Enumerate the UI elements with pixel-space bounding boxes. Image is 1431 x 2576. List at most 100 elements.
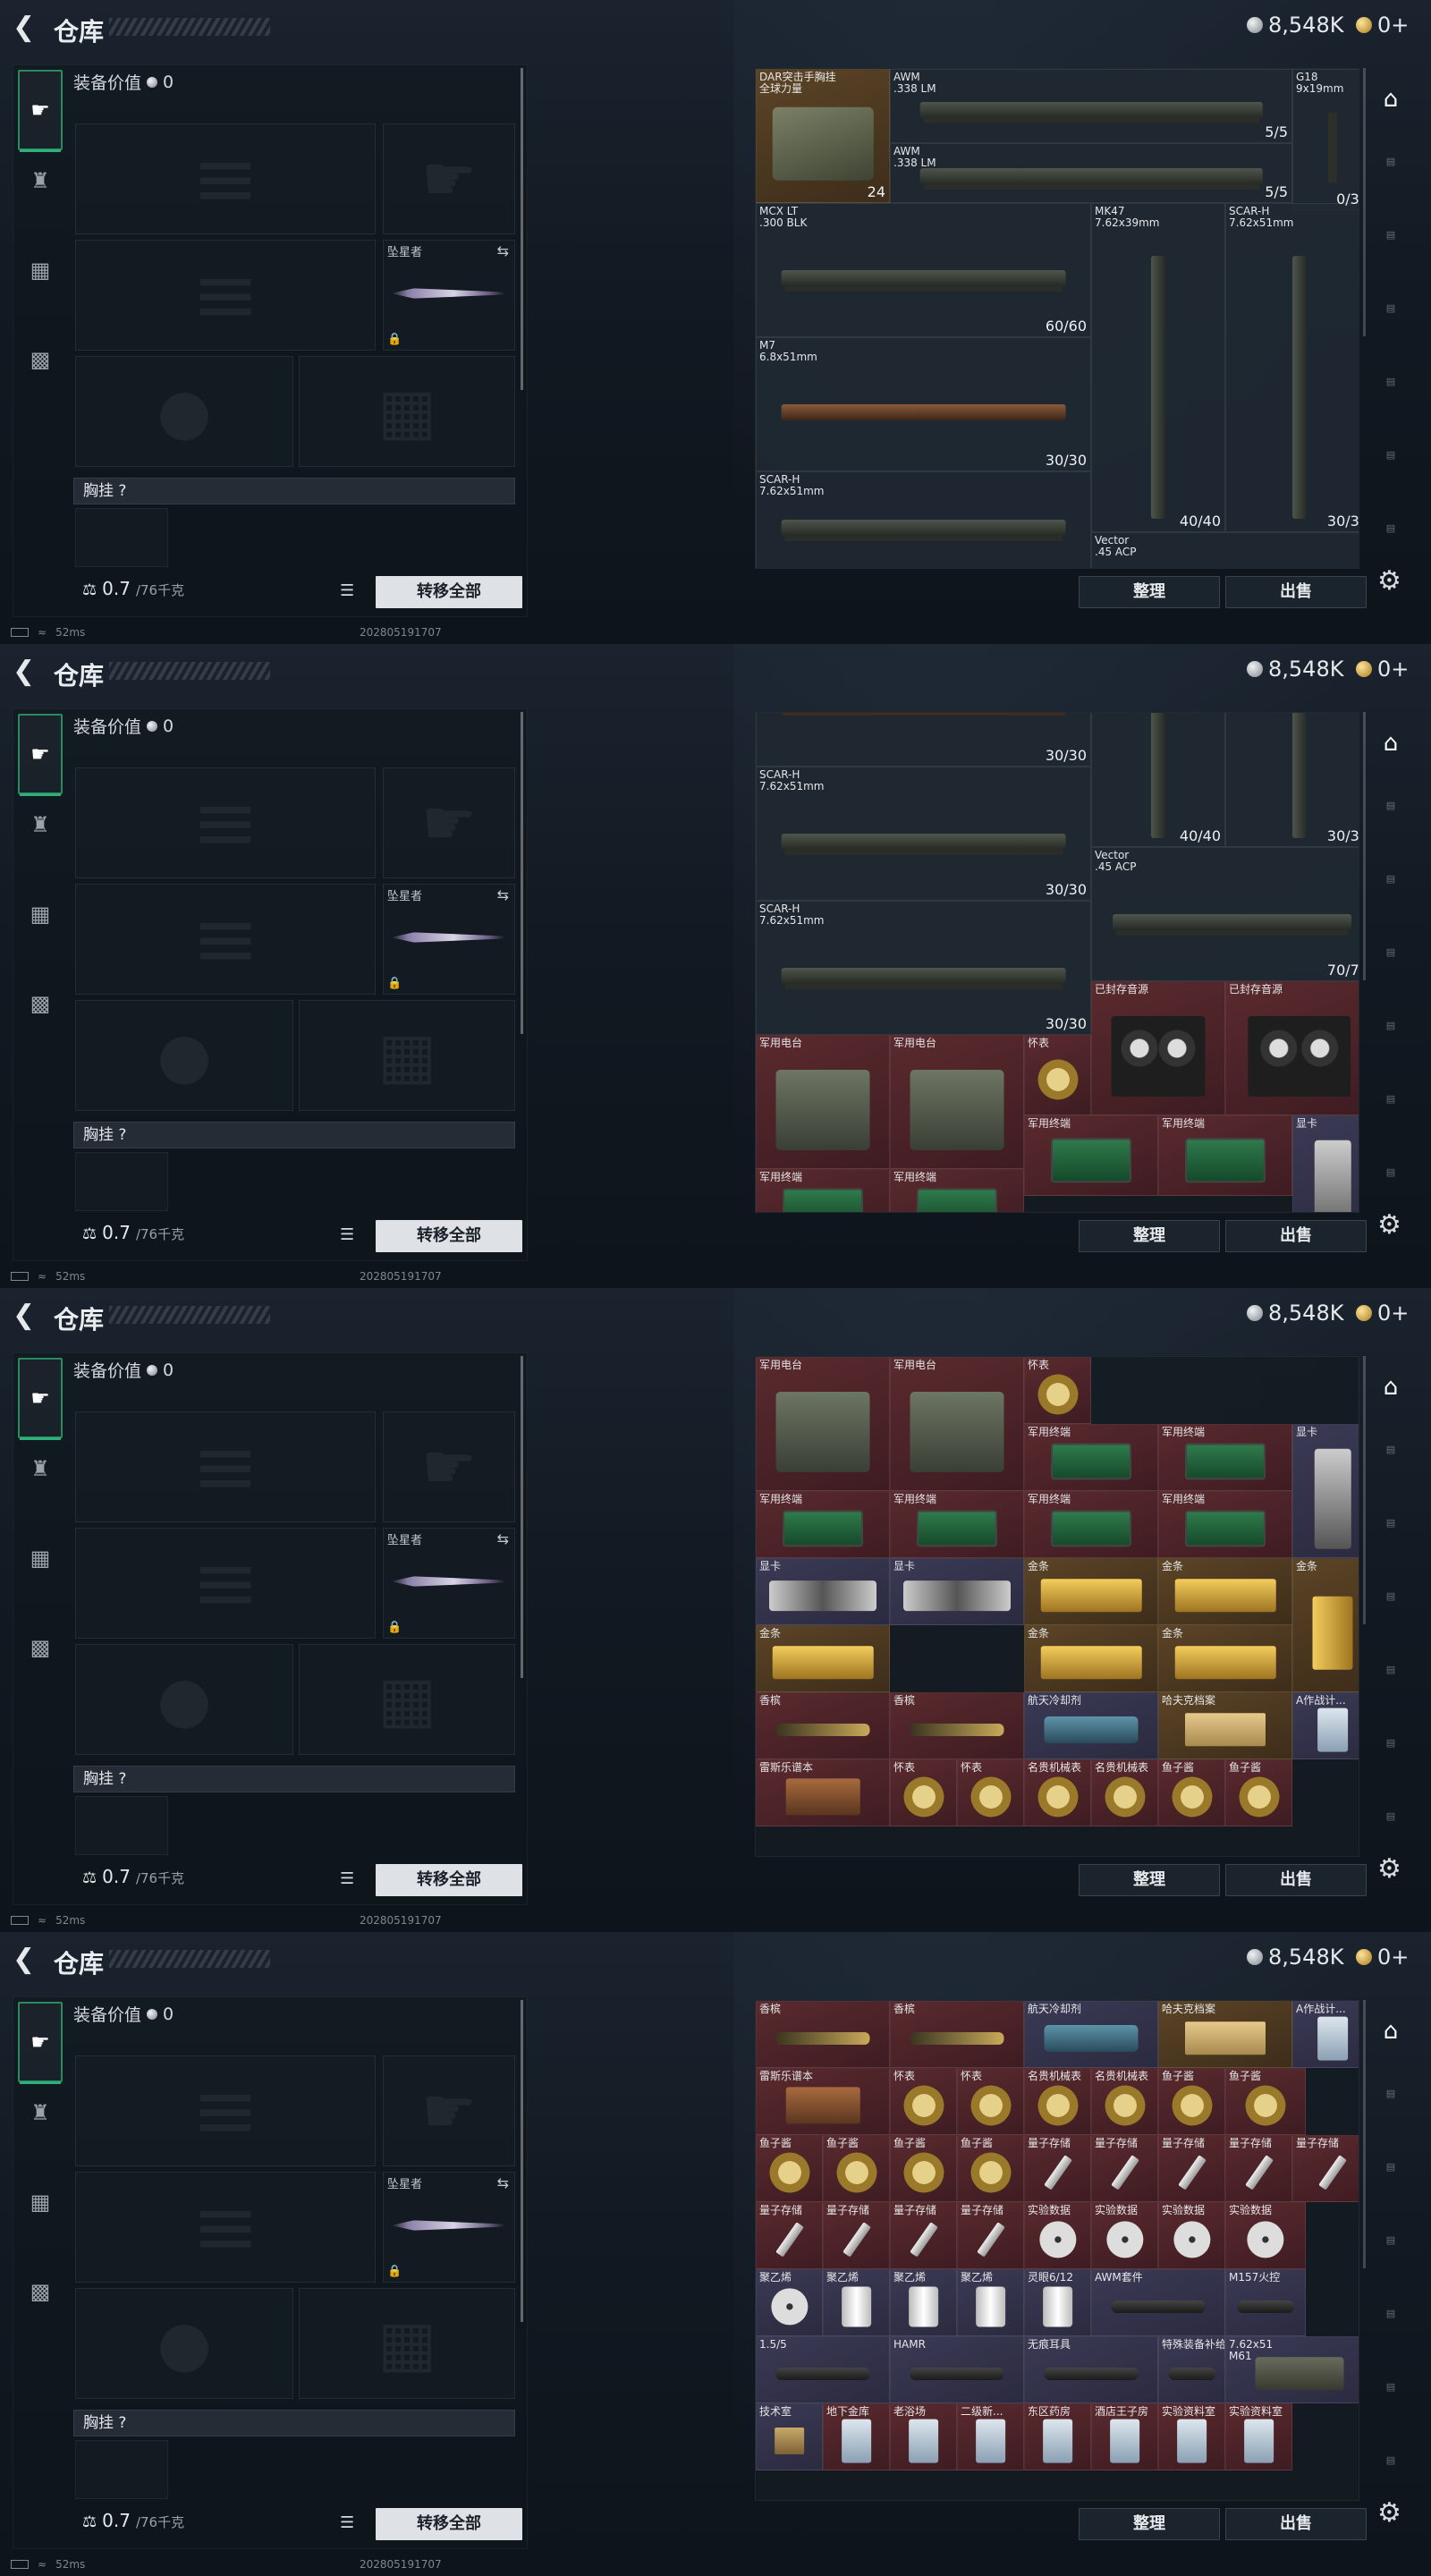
chest-rig-slot[interactable] [75,1152,168,1211]
item-cell[interactable]: 鱼子酱 [1158,2068,1225,2135]
item-cell[interactable]: 名贵机械表 [1024,2068,1091,2135]
chest-rig-help[interactable]: ? [118,482,126,500]
sell-button[interactable]: 出售 [1225,1220,1367,1252]
item-cell[interactable]: 二级新... [957,2403,1024,2470]
storage-page-icon[interactable]: ▤ [1374,1517,1408,1544]
helmet-slot[interactable]: ● [75,1000,293,1111]
item-cell[interactable]: Vector .45 ACP 70/70 [1091,847,1359,981]
item-cell[interactable]: 金条 [1158,1558,1292,1625]
storage-page-icon[interactable]: ▤ [1374,1664,1408,1690]
item-cell[interactable]: 怀表 [1024,1035,1091,1115]
tab-vest[interactable]: ▦ [18,887,63,941]
gold-currency[interactable]: 0+ [1356,1301,1409,1326]
back-arrow-icon[interactable]: ❮ [13,1946,39,1973]
warehouse-icon[interactable]: ⌂ [1374,86,1408,118]
sell-button[interactable]: 出售 [1225,2508,1367,2540]
tab-weapons[interactable]: ☛ [18,2002,63,2084]
item-cell[interactable]: 怀表 [957,1759,1024,1826]
transfer-all-button[interactable]: 转移全部 [376,2508,522,2540]
storage-page-icon[interactable]: ▤ [1374,1810,1408,1837]
item-cell[interactable]: 显卡 [1292,1115,1359,1212]
transfer-all-button[interactable]: 转移全部 [376,1864,522,1896]
item-cell[interactable]: SCAR-H 7.62x51mm 30/30 [756,767,1091,901]
item-cell[interactable]: 怀表 [957,2068,1024,2135]
item-cell[interactable]: 怀表 [890,2068,957,2135]
melee-slot[interactable]: 坠星者 ⇆ 🔒 [383,240,515,351]
item-cell[interactable]: 实验数据 [1091,2202,1158,2269]
item-cell[interactable]: AWM .338 LM 5/5 [890,142,1292,203]
list-icon[interactable]: ☰ [340,1869,360,1888]
storage-grid[interactable]: 30/3040/4030/30SCAR-H 7.62x51mm30/30Vect… [755,712,1359,1213]
storage-page-icon[interactable]: ▤ [1374,2308,1408,2334]
item-cell[interactable]: A作战计... [1292,2001,1359,2068]
item-cell[interactable]: 鱼子酱 [1158,1759,1225,1826]
item-cell[interactable]: Vector .45 ACP [1091,531,1359,568]
swap-icon[interactable]: ⇆ [497,2174,509,2191]
item-cell[interactable]: 7.62x51 M615 [1225,2336,1359,2403]
melee-slot[interactable]: 坠星者 ⇆ 🔒 [383,2172,515,2283]
item-cell[interactable]: 哈夫克档案 [1158,1692,1292,1759]
grid-scrollbar[interactable] [1363,2000,1366,2268]
storage-page-icon[interactable]: ▤ [1374,376,1408,402]
item-cell[interactable]: 军用终端 [1024,1491,1158,1558]
item-cell[interactable]: A作战计... [1292,1692,1359,1759]
sort-button[interactable]: 整理 [1079,576,1220,608]
tab-weapons[interactable]: ☛ [18,1358,63,1440]
primary-weapon-slot[interactable]: ≡ [75,767,376,878]
chest-rig-header[interactable]: 胸挂 ? [73,478,515,504]
item-cell[interactable]: 怀表 [1024,1357,1091,1424]
back-arrow-icon[interactable]: ❮ [13,14,39,41]
gold-currency[interactable]: 0+ [1356,13,1409,38]
storage-page-icon[interactable]: ▤ [1374,873,1408,900]
item-cell[interactable]: 雷斯乐谱本 [756,1759,890,1826]
item-cell[interactable]: 实验数据 [1024,2202,1091,2269]
tab-vest[interactable]: ▦ [18,243,63,297]
item-cell[interactable]: 地下金库 [823,2403,890,2470]
item-cell[interactable]: HAMR [890,2336,1024,2403]
settings-gear-icon[interactable]: ⚙ [1377,1853,1401,1885]
grid-scrollbar[interactable] [1363,712,1366,980]
item-cell[interactable]: 军用终端 [890,1169,1024,1212]
chest-rig-header[interactable]: 胸挂 ? [73,1122,515,1148]
storage-page-icon[interactable]: ▤ [1374,946,1408,973]
item-cell[interactable]: 鱼子酱 [823,2135,890,2202]
tab-helmet[interactable]: ♜ [18,1442,63,1496]
storage-page-icon[interactable]: ▤ [1374,2088,1408,2114]
tab-bag[interactable]: ▩ [18,1621,63,1674]
swap-icon[interactable]: ⇆ [497,242,509,259]
item-cell[interactable]: 军用电台 [890,1035,1024,1169]
item-cell[interactable]: 哈夫克档案 [1158,2001,1292,2068]
left-scrollbar[interactable] [521,68,523,390]
storage-page-icon[interactable]: ▤ [1374,1737,1408,1764]
tab-vest[interactable]: ▦ [18,2175,63,2229]
item-cell[interactable]: 军用终端 [1158,1424,1292,1491]
item-cell[interactable]: 鱼子酱 [890,2135,957,2202]
storage-page-icon[interactable]: ▤ [1374,522,1408,549]
item-cell[interactable]: 鱼子酱 [957,2135,1024,2202]
warehouse-icon[interactable]: ⌂ [1374,2018,1408,2050]
helmet-slot[interactable]: ● [75,2288,293,2399]
left-scrollbar[interactable] [521,1356,523,1678]
item-cell[interactable]: 实验资料室 [1158,2403,1225,2470]
storage-page-icon[interactable]: ▤ [1374,1590,1408,1617]
item-cell[interactable]: 军用终端 [1024,1115,1158,1196]
item-cell[interactable]: 量子存储 [890,2202,957,2269]
armor-slot[interactable]: ▦ [299,2288,515,2399]
item-cell[interactable]: 无痕耳具 [1024,2336,1158,2403]
item-cell[interactable]: 军用终端 [890,1491,1024,1558]
back-arrow-icon[interactable]: ❮ [13,658,39,685]
chest-rig-help[interactable]: ? [118,2414,126,2432]
storage-page-icon[interactable]: ▤ [1374,2234,1408,2261]
item-cell[interactable]: SCAR-H 7.62x51mm 30/30 [1225,203,1359,532]
item-cell[interactable]: 显卡 [756,1558,890,1625]
item-cell[interactable]: MK47 7.62x39mm 40/40 [1091,203,1225,532]
sort-button[interactable]: 整理 [1079,1220,1220,1252]
pistol-slot[interactable]: ☛ [383,123,515,234]
item-cell[interactable]: 量子存储 [823,2202,890,2269]
silver-currency[interactable]: 8,548K [1247,1945,1343,1970]
item-cell[interactable]: M157火控 [1225,2269,1306,2336]
storage-page-icon[interactable]: ▤ [1374,229,1408,256]
chest-rig-slot[interactable] [75,1796,168,1855]
item-cell[interactable]: 名贵机械表 [1024,1759,1091,1826]
gold-currency[interactable]: 0+ [1356,1945,1409,1970]
